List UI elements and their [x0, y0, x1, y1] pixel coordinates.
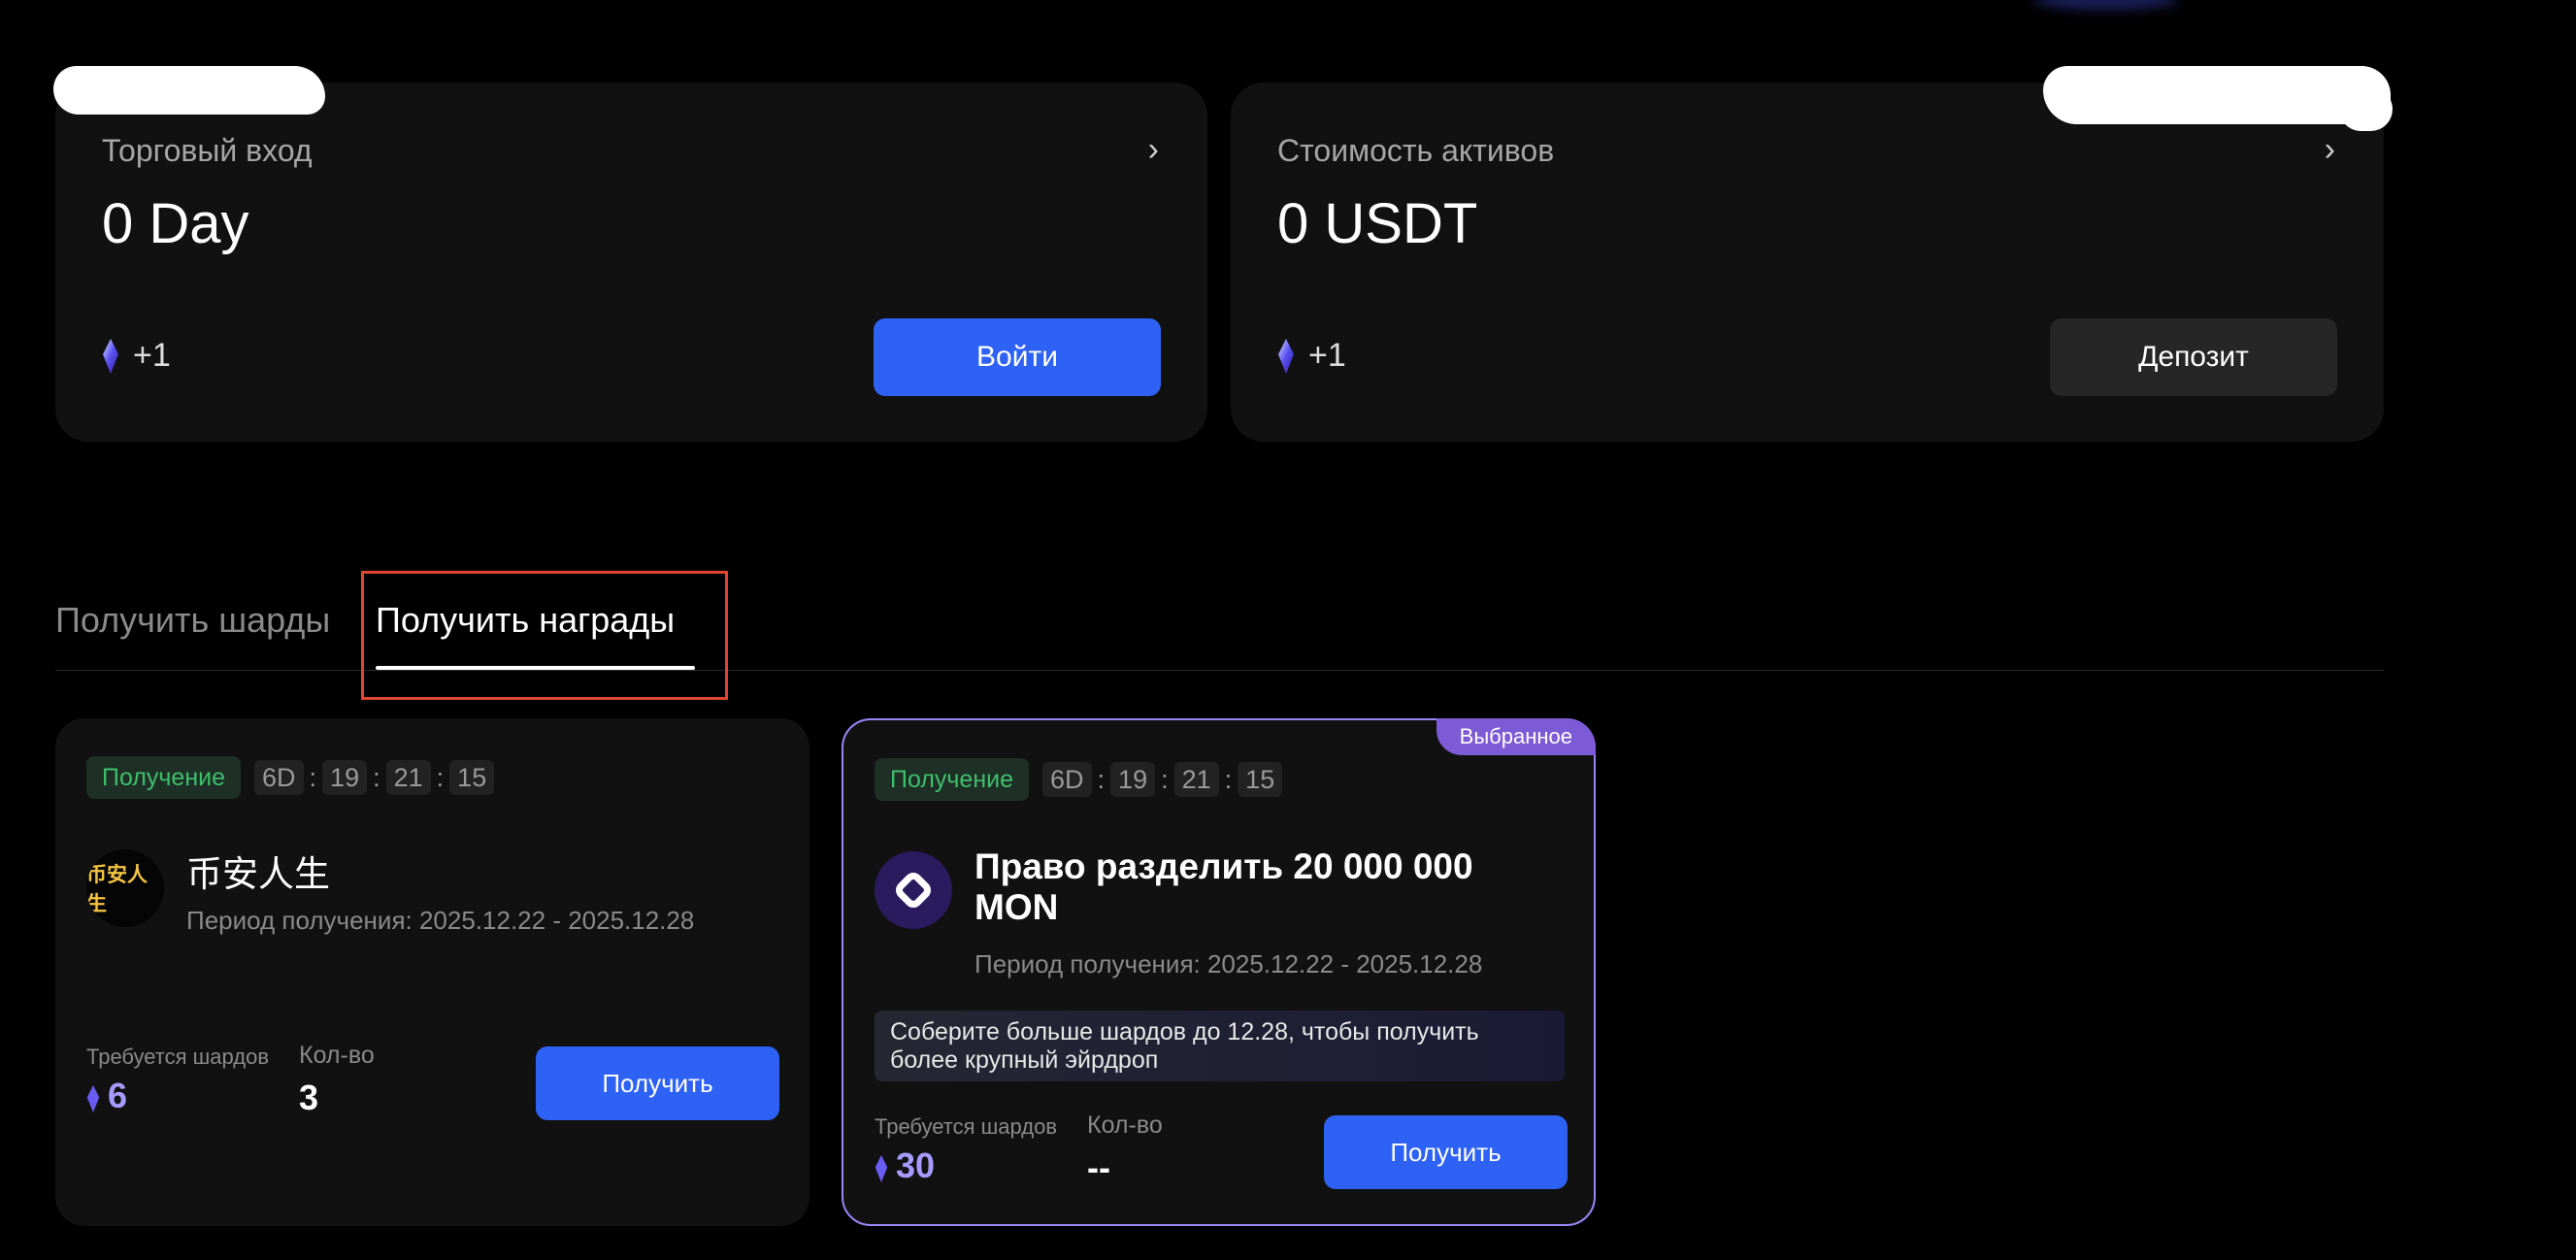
timer-minutes: 21 — [1173, 762, 1219, 797]
shard-icon — [875, 1151, 888, 1182]
bonus-value: +1 — [1308, 337, 1346, 374]
card-title: Торговый вход — [102, 133, 313, 168]
timer-minutes: 21 — [385, 760, 431, 795]
card-value: 0 Day — [102, 192, 249, 255]
reward-name: Право разделить 20 000 000 MON — [974, 846, 1473, 927]
status-badge: Получение — [875, 758, 1030, 801]
deposit-button[interactable]: Депозит — [2050, 318, 2337, 396]
quantity-value: 3 — [299, 1078, 319, 1117]
asset-value-card: Стоимость активов › 0 USDT +1 Депозит — [1231, 83, 2384, 442]
countdown-timer: 6D: 19: 21: 15 — [254, 760, 495, 795]
timer-days: 6D — [254, 760, 304, 795]
reward-name: 币安人生 — [186, 854, 330, 894]
card-value: 0 USDT — [1277, 192, 1478, 255]
reward-card: Получение 6D: 19: 21: 15 币安人生 币安人生 Перио… — [55, 718, 809, 1226]
status-row: Получение 6D: 19: 21: 15 — [875, 758, 1283, 801]
timer-seconds: 15 — [1238, 762, 1283, 797]
chevron-right-icon[interactable]: › — [1148, 131, 1159, 169]
timer-seconds: 15 — [449, 760, 495, 795]
shards-required-value: 6 — [86, 1076, 127, 1116]
mon-logo-icon — [896, 873, 931, 908]
shard-icon — [86, 1081, 100, 1112]
card-title: Стоимость активов — [1277, 133, 1555, 168]
shard-icon — [1277, 338, 1295, 374]
shards-value: 30 — [896, 1145, 936, 1185]
quantity-label: Кол-во — [299, 1042, 375, 1069]
status-row: Получение 6D: 19: 21: 15 — [86, 756, 495, 799]
shards-required-label: Требуется шардов — [86, 1044, 270, 1069]
redaction-scribble — [2339, 87, 2393, 131]
redaction-scribble — [53, 66, 325, 115]
logo-text: 币安人生 — [86, 864, 148, 915]
timer-days: 6D — [1042, 762, 1092, 797]
claim-button[interactable]: Получить — [1324, 1115, 1568, 1189]
reward-period: Период получения: 2025.12.22 - 2025.12.2… — [974, 949, 1483, 978]
shard-bonus: +1 — [102, 337, 171, 375]
status-badge: Получение — [86, 756, 242, 799]
top-glow-decoration — [2033, 0, 2179, 10]
quantity-label: Кол-во — [1087, 1111, 1163, 1139]
shard-bonus: +1 — [1277, 337, 1346, 375]
timer-hours: 19 — [1110, 762, 1156, 797]
countdown-timer: 6D: 19: 21: 15 — [1042, 762, 1283, 797]
shard-icon — [102, 338, 119, 374]
reward-card-featured: Выбранное Получение 6D: 19: 21: 15 Право… — [842, 718, 1596, 1226]
chevron-right-icon[interactable]: › — [2325, 131, 2335, 169]
bonus-value: +1 — [133, 337, 171, 374]
token-logo: 币安人生 — [86, 849, 164, 927]
airdrop-notice: Соберите больше шардов до 12.28, чтобы п… — [875, 1011, 1565, 1081]
trading-login-card: Торговый вход › 0 Day +1 Войти — [55, 83, 1207, 442]
quantity-value: -- — [1087, 1147, 1110, 1187]
shards-value: 6 — [108, 1076, 128, 1115]
highlight-box — [361, 571, 728, 700]
timer-hours: 19 — [322, 760, 368, 795]
redaction-scribble — [2043, 66, 2391, 124]
tab-get-shards[interactable]: Получить шарды — [55, 600, 330, 641]
shards-required-value: 30 — [875, 1145, 935, 1186]
login-button[interactable]: Войти — [874, 318, 1161, 396]
claim-button[interactable]: Получить — [536, 1046, 779, 1120]
reward-period: Период получения: 2025.12.22 - 2025.12.2… — [186, 906, 695, 935]
mon-logo — [875, 851, 952, 929]
shards-required-label: Требуется шардов — [875, 1114, 1058, 1139]
featured-badge: Выбранное — [1436, 718, 1596, 755]
